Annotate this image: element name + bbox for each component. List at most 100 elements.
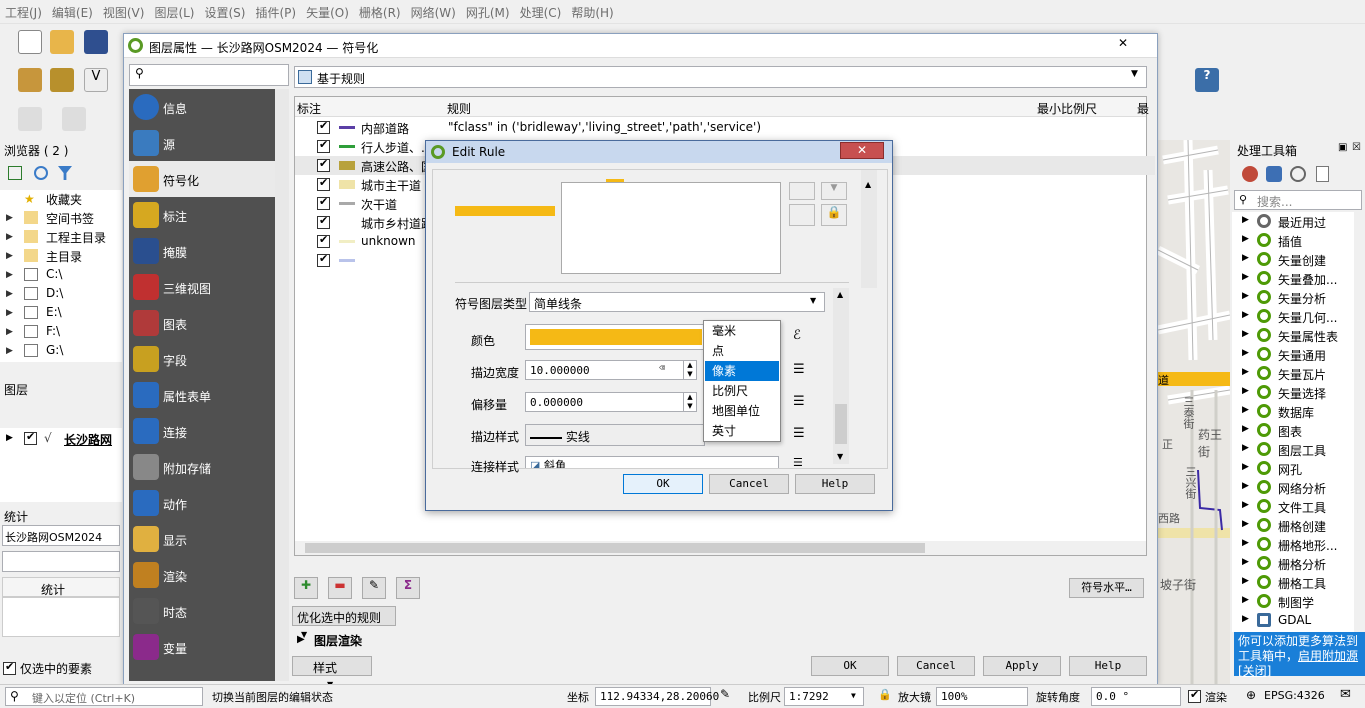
expand-arrow-icon[interactable]: ▶ <box>1242 348 1249 358</box>
edit-rule-help-button[interactable]: Help <box>795 474 875 494</box>
expand-arrow-icon[interactable]: ▶ <box>1242 576 1249 586</box>
clear-icon[interactable]: ⌫ <box>659 363 665 374</box>
filter-icon[interactable] <box>58 166 72 180</box>
add-layer-icon[interactable] <box>18 68 42 92</box>
sidebar-item[interactable]: 渲染 <box>129 557 275 593</box>
layer-rendering-section[interactable]: 图层渲染 <box>314 632 362 649</box>
toolbox-item[interactable]: ▶ 数据库 <box>1232 402 1365 421</box>
symbol-scrollbar[interactable]: ▲ <box>861 170 877 288</box>
expand-arrow-icon[interactable]: ▶ <box>1242 443 1249 453</box>
scroll-down-icon[interactable]: ▼ <box>837 452 843 461</box>
menu-item[interactable]: 帮助(H) <box>566 0 618 21</box>
sidebar-item[interactable]: 字段 <box>129 341 275 377</box>
layer-name[interactable]: 长沙路网 <box>64 431 112 448</box>
browser-item[interactable]: ▶ D:\ <box>0 285 120 304</box>
stroke-style-select[interactable]: 实线 <box>525 424 705 446</box>
sidebar-item[interactable]: 显示 <box>129 521 275 557</box>
sidebar-item[interactable]: 掩膜 <box>129 233 275 269</box>
rule-checkbox[interactable] <box>317 119 330 134</box>
browser-item[interactable]: ▶ F:\ <box>0 323 120 342</box>
rule-checkbox[interactable] <box>317 214 330 229</box>
messages-icon[interactable]: ✉ <box>1340 687 1351 702</box>
style-menu-button[interactable]: 样式▼ <box>292 656 372 689</box>
toolbox-item[interactable]: ▶ 栅格分析 <box>1232 554 1365 573</box>
refresh-icon[interactable] <box>34 166 48 180</box>
expand-arrow-icon[interactable]: ▶ <box>6 308 13 318</box>
add-vector-icon[interactable] <box>50 68 74 92</box>
unit-option[interactable]: 比例尺 <box>705 381 779 401</box>
select-tool-icon[interactable] <box>62 107 86 131</box>
help-button[interactable]: Help <box>1069 656 1147 676</box>
menu-item[interactable]: 栅格(R) <box>354 0 406 21</box>
scroll-up-icon[interactable]: ▲ <box>865 180 871 189</box>
menu-item[interactable]: 网孔(M) <box>461 0 515 21</box>
browser-item[interactable]: ▶ E:\ <box>0 304 120 323</box>
menu-item[interactable]: 插件(P) <box>250 0 301 21</box>
rules-h-scrollbar[interactable] <box>295 541 1146 555</box>
data-defined-override-icon[interactable]: ☰ <box>793 394 805 409</box>
add-delimited-text-icon[interactable]: V <box>84 68 108 92</box>
symbol-layer-type-select[interactable]: 简单线条 ▼ <box>529 292 825 312</box>
stroke-width-spinner[interactable]: ▲ ▼ <box>683 360 697 380</box>
rule-checkbox[interactable] <box>317 157 330 172</box>
toolbox-item[interactable]: ▶ 文件工具 <box>1232 497 1365 516</box>
rule-checkbox[interactable] <box>317 176 330 191</box>
scroll-up-icon[interactable]: ▲ <box>837 290 843 299</box>
toolbox-item[interactable]: ▶ 栅格创建 <box>1232 516 1365 535</box>
duplicate-layer-button[interactable] <box>789 204 815 226</box>
expand-arrow-icon[interactable]: ▶ <box>1242 614 1249 624</box>
stats-field-select[interactable] <box>2 551 120 572</box>
expand-arrow-icon[interactable]: ▶ <box>1242 234 1249 244</box>
sidebar-item[interactable]: 属性表单 <box>129 377 275 413</box>
browser-item[interactable]: ▶ 主目录 <box>0 247 120 266</box>
edit-rule-cancel-button[interactable]: Cancel <box>709 474 789 494</box>
menu-item[interactable]: 图层(L) <box>149 0 199 21</box>
unit-option[interactable]: 毫米 <box>705 321 779 341</box>
layer-visibility-checkbox[interactable] <box>24 430 37 445</box>
join-style-select[interactable]: ◪ 斜角 <box>525 456 779 468</box>
open-folder-icon[interactable] <box>50 30 74 54</box>
menu-item[interactable]: 矢量(O) <box>301 0 354 21</box>
toolbox-scrollbar[interactable] <box>1354 212 1365 632</box>
crs-globe-icon[interactable]: ⊕ <box>1246 688 1256 702</box>
menu-item[interactable]: 设置(S) <box>200 0 251 21</box>
expand-arrow-icon[interactable]: ▶ <box>6 270 13 280</box>
menu-item[interactable]: 工程(J) <box>0 0 47 21</box>
expand-arrow-icon[interactable]: ▶ <box>1242 462 1249 472</box>
sidebar-search[interactable]: ⚲ <box>129 64 289 86</box>
float-icon[interactable]: ▣ <box>1338 142 1347 153</box>
python-icon[interactable] <box>1266 166 1282 182</box>
lock-icon[interactable]: 🔒 <box>821 204 847 226</box>
sidebar-item[interactable]: 符号化 <box>129 161 275 197</box>
add-rule-button[interactable]: ✚ <box>294 577 318 599</box>
color-button[interactable] <box>525 324 705 350</box>
rule-checkbox[interactable] <box>317 195 330 210</box>
expand-arrow-icon[interactable]: ▶ <box>6 433 13 443</box>
expand-arrow-icon[interactable]: ▶ <box>1242 405 1249 415</box>
toolbox-search-input[interactable]: ⚲ 搜索... <box>1234 190 1362 210</box>
expand-arrow-icon[interactable]: ▶ <box>1242 538 1249 548</box>
rotation-input[interactable]: 0.0 ° <box>1091 687 1181 706</box>
menu-item[interactable]: 网络(W) <box>406 0 461 21</box>
renderer-select[interactable]: 基于规则 ▼ <box>294 66 1147 88</box>
digitize-icon[interactable] <box>18 107 42 131</box>
expand-arrow-icon[interactable]: ▶ <box>6 232 13 242</box>
toolbox-item[interactable]: ▶ 制图学 <box>1232 592 1365 611</box>
toolbox-item[interactable]: ▶ GDAL <box>1232 611 1365 630</box>
magnifier-input[interactable]: 100% <box>936 687 1028 706</box>
toolbox-item[interactable]: ▶ 矢量创建 <box>1232 250 1365 269</box>
sidebar-item[interactable]: 三维视图 <box>129 269 275 305</box>
stroke-width-input[interactable]: 10.000000 ⌫ <box>525 360 695 380</box>
symbol-levels-button[interactable]: 符号水平… <box>1069 578 1144 598</box>
expand-arrow-icon[interactable]: ▶ <box>1242 519 1249 529</box>
menu-item[interactable]: 处理(C) <box>515 0 567 21</box>
header-rule[interactable]: 规则 <box>447 100 471 117</box>
browser-item[interactable]: ▶ C:\ <box>0 266 120 285</box>
coordinate-input[interactable]: 112.94334,28.20060 <box>595 687 719 706</box>
remove-rule-button[interactable]: ▬ <box>328 577 352 599</box>
toolbox-item[interactable]: ▶ 栅格地形... <box>1232 535 1365 554</box>
add-selected-icon[interactable] <box>8 166 22 180</box>
expand-arrow-icon[interactable]: ▶ <box>1242 557 1249 567</box>
refine-rule-button[interactable]: 优化选中的规则▼ <box>292 606 396 639</box>
browser-item[interactable]: ★ 收藏夹 <box>0 190 120 209</box>
